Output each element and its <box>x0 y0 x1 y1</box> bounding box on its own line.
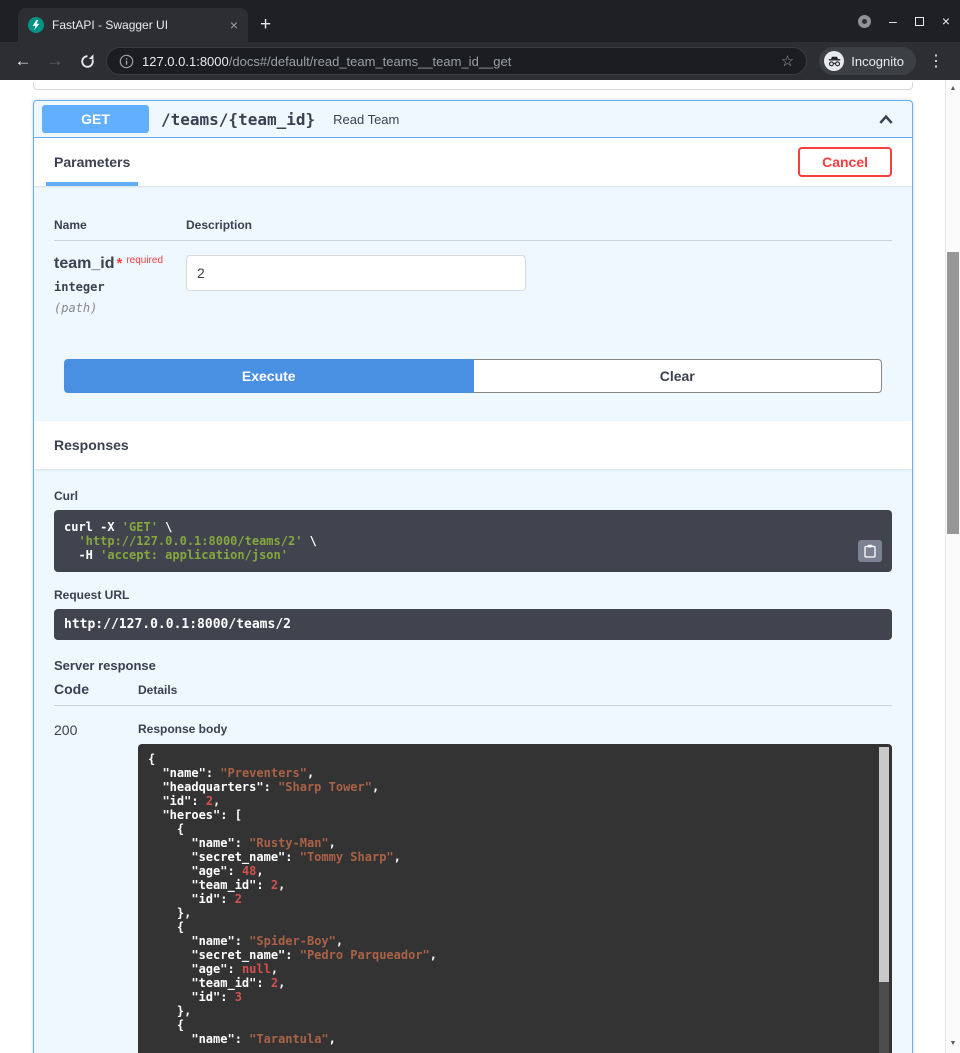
opblock-summary[interactable]: GET /teams/{team_id} Read Team <box>34 101 912 138</box>
url-text: 127.0.0.1:8000/docs#/default/read_team_t… <box>142 54 773 69</box>
browser-toolbar: ← → 127.0.0.1:8000/docs#/default/read_te… <box>0 42 960 80</box>
fastapi-favicon-icon <box>28 17 44 33</box>
details-column-header: Details <box>138 683 892 697</box>
parameters-section: Name Description team_id* required intege… <box>34 186 912 393</box>
previous-opblock-bottom-edge <box>33 82 913 90</box>
request-url-value: http://127.0.0.1:8000/teams/2 <box>54 609 892 640</box>
incognito-icon <box>824 51 844 71</box>
parameter-meta: team_id* required integer (path) <box>54 255 186 315</box>
parameter-location: (path) <box>54 301 186 315</box>
response-table-header: Code Details <box>54 681 892 706</box>
parameters-header: Parameters Cancel <box>34 138 912 186</box>
scroll-up-arrow-icon[interactable]: ▲ <box>946 82 960 96</box>
browser-window: FastAPI - Swagger UI × + – × ← → 127.0.0… <box>0 0 960 1053</box>
status-code: 200 <box>54 722 138 1053</box>
browser-tab[interactable]: FastAPI - Swagger UI × <box>18 8 248 42</box>
window-controls: – × <box>858 0 950 42</box>
responses-title: Responses <box>54 437 129 453</box>
back-icon[interactable]: ← <box>10 51 36 71</box>
maximize-button[interactable] <box>915 14 924 28</box>
page-scrollbar[interactable]: ▲ ▼ <box>945 80 960 1053</box>
parameters-tab-label: Parameters <box>54 154 130 170</box>
tab-parameters[interactable]: Parameters <box>46 138 138 186</box>
endpoint-summary: Read Team <box>333 112 399 127</box>
minimize-button[interactable]: – <box>889 14 897 28</box>
method-badge: GET <box>42 105 149 133</box>
response-body-scrollbar-thumb[interactable] <box>879 747 889 982</box>
curl-label: Curl <box>54 489 892 503</box>
response-body-block: { "name": "Preventers", "headquarters": … <box>138 744 892 1053</box>
menu-kebab-icon[interactable]: ⋮ <box>922 51 950 71</box>
copy-to-clipboard-button[interactable] <box>858 540 882 562</box>
close-button[interactable]: × <box>942 14 950 28</box>
response-body-scrollbar[interactable] <box>879 747 889 1053</box>
response-details: Response body { "name": "Preventers", "h… <box>138 722 892 1053</box>
incognito-badge: Incognito <box>819 47 916 75</box>
site-info-icon[interactable] <box>119 54 134 69</box>
server-response-label: Server response <box>54 658 892 673</box>
request-url-label: Request URL <box>54 588 892 602</box>
tab-strip: FastAPI - Swagger UI × + – × <box>0 0 960 42</box>
name-column-header: Name <box>54 218 186 232</box>
response-json: { "name": "Preventers", "headquarters": … <box>148 752 868 1046</box>
address-bar[interactable]: 127.0.0.1:8000/docs#/default/read_team_t… <box>106 47 807 75</box>
parameter-row: team_id* required integer (path) <box>54 241 892 315</box>
collapse-chevron-icon[interactable] <box>878 113 894 126</box>
reload-icon[interactable] <box>74 53 100 70</box>
tab-close-icon[interactable]: × <box>230 17 238 33</box>
execute-row: Execute Clear <box>64 359 882 393</box>
swagger-page: GET /teams/{team_id} Read Team Parameter… <box>0 80 960 1053</box>
curl-code-block: curl -X 'GET' \ 'http://127.0.0.1:8000/t… <box>54 510 892 572</box>
parameter-type: integer <box>54 280 186 294</box>
incognito-label: Incognito <box>851 54 904 69</box>
bookmark-star-icon[interactable]: ☆ <box>781 52 794 70</box>
response-body-label: Response body <box>138 722 892 736</box>
team-id-input[interactable] <box>186 255 526 291</box>
required-label: required <box>126 255 163 266</box>
clear-button[interactable]: Clear <box>474 359 883 393</box>
page-content: GET /teams/{team_id} Read Team Parameter… <box>33 80 913 1053</box>
forward-icon[interactable]: → <box>42 51 68 71</box>
new-tab-button[interactable]: + <box>260 14 271 36</box>
required-asterisk: * <box>116 255 122 272</box>
url-host: 127.0.0.1:8000 <box>142 54 229 69</box>
url-path: /docs#/default/read_team_teams__team_id_… <box>229 54 512 69</box>
description-column-header: Description <box>186 218 892 232</box>
execute-button[interactable]: Execute <box>64 359 474 393</box>
responses-section: Curl curl -X 'GET' \ 'http://127.0.0.1:8… <box>34 469 912 1053</box>
endpoint-path: /teams/{team_id} <box>161 110 315 129</box>
response-row: 200 Response body { "name": "Preventers"… <box>54 706 892 1053</box>
tab-title: FastAPI - Swagger UI <box>52 18 222 32</box>
cancel-button[interactable]: Cancel <box>798 147 892 177</box>
browser-status-icon[interactable] <box>858 15 871 28</box>
opblock-get-team: GET /teams/{team_id} Read Team Parameter… <box>33 100 913 1053</box>
code-column-header: Code <box>54 681 138 697</box>
parameters-table-header: Name Description <box>54 208 892 241</box>
responses-header: Responses <box>34 421 912 469</box>
scroll-down-arrow-icon[interactable]: ▼ <box>946 1037 960 1051</box>
page-scrollbar-thumb[interactable] <box>947 252 959 534</box>
maximize-icon <box>915 17 924 26</box>
parameter-name: team_id <box>54 255 114 272</box>
parameter-value-cell <box>186 255 892 315</box>
